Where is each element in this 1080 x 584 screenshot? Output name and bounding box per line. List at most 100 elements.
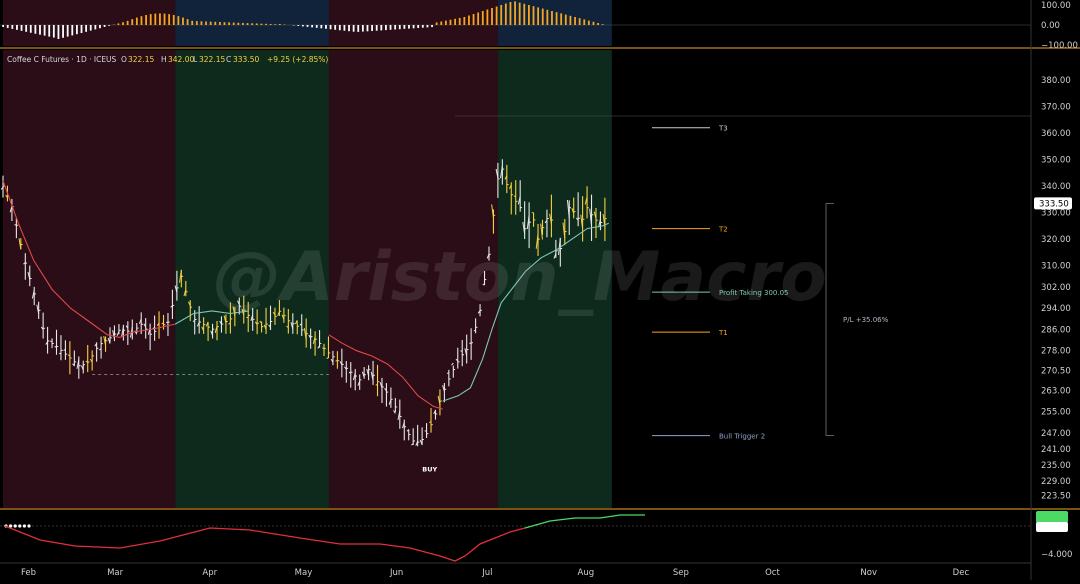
histogram-bar <box>353 25 355 32</box>
histogram-bar <box>85 25 87 32</box>
histogram-bar <box>71 25 73 35</box>
histogram-bar <box>344 25 346 31</box>
histogram-bar <box>459 18 461 25</box>
histogram-bar <box>394 25 396 30</box>
upper-zone-bear-0 <box>3 0 175 46</box>
histogram-bar <box>127 21 129 25</box>
histogram-bar <box>477 13 479 26</box>
histogram-bar <box>99 25 101 28</box>
y-tick-label: 340.00 <box>1041 182 1071 192</box>
close-label: C <box>226 55 231 64</box>
histogram-bar <box>154 14 156 25</box>
y-tick-label: 286.00 <box>1041 325 1071 335</box>
histogram-bar <box>307 25 309 27</box>
histogram-bar <box>560 13 562 25</box>
histogram-bar <box>311 25 313 27</box>
y-tick-label: 330.00 <box>1041 209 1071 219</box>
histogram-bar <box>357 25 359 32</box>
histogram-bar <box>48 25 50 37</box>
low-value: 322.15 <box>199 55 225 64</box>
histogram-bar <box>136 18 138 25</box>
x-tick-label: Mar <box>107 568 124 578</box>
lower-panel: −4.000 <box>0 511 1072 561</box>
open-label: O <box>121 55 127 64</box>
histogram-bar <box>588 21 590 25</box>
histogram-bar <box>440 22 442 26</box>
histogram-bar <box>21 25 23 31</box>
histogram-bar <box>408 25 410 29</box>
histogram-bar <box>556 12 558 25</box>
histogram-bar <box>145 15 147 25</box>
histogram-bar <box>25 25 27 32</box>
histogram-bar <box>431 25 433 27</box>
histogram-bar <box>496 7 498 26</box>
y-tick-label: 235.00 <box>1041 461 1071 471</box>
histogram-bar <box>579 18 581 25</box>
histogram-bar <box>224 22 226 25</box>
histogram-bar <box>297 25 299 26</box>
upper-zone-bull-1 <box>175 0 329 46</box>
histogram-bar <box>454 19 456 25</box>
histogram-bar <box>413 25 415 28</box>
histogram-bar <box>210 22 212 25</box>
level-label: T3 <box>718 125 728 133</box>
histogram-bar <box>251 23 253 25</box>
histogram-bar <box>173 15 175 25</box>
y-tick-label: 350.00 <box>1041 156 1071 166</box>
high-label: H <box>161 55 167 64</box>
histogram-bar <box>2 25 4 27</box>
histogram-bar <box>339 25 341 30</box>
y-tick-label: 310.00 <box>1041 262 1071 272</box>
x-tick-label: May <box>295 568 313 578</box>
lower-value-tag-white <box>1036 522 1068 532</box>
y-tick-label: 302.00 <box>1041 283 1071 293</box>
histogram-bar <box>500 5 502 25</box>
histogram-bar <box>537 7 539 25</box>
histogram-bar <box>320 25 322 28</box>
histogram-bar <box>523 4 525 25</box>
symbol-title: Coffee C Futures · 1D · ICEUS <box>7 55 117 64</box>
histogram-bar <box>362 25 364 32</box>
histogram-bar <box>302 25 304 26</box>
histogram-bar <box>505 4 507 26</box>
upper-y-tick-label: 100.00 <box>1041 1 1071 11</box>
x-tick-label: Feb <box>21 568 36 578</box>
y-tick-label: 270.50 <box>1041 367 1071 377</box>
chart-root: 100.000.00−100.00 @Ariston_Macro T3T2Pro… <box>0 0 1080 580</box>
histogram-bar <box>131 19 133 25</box>
histogram-bar <box>159 13 161 25</box>
histogram-bar <box>44 25 46 36</box>
price-bar-open <box>55 346 57 347</box>
x-tick-label: Apr <box>202 568 217 578</box>
histogram-bar <box>284 24 286 25</box>
histogram-bar <box>486 10 488 26</box>
lower-dot <box>27 524 30 527</box>
histogram-bar <box>371 25 373 31</box>
histogram-bar <box>574 17 576 25</box>
oscillator-red <box>5 526 525 561</box>
histogram-bar <box>39 25 41 35</box>
histogram-bar <box>348 25 350 31</box>
y-tick-label: 320.00 <box>1041 235 1071 245</box>
change-value: +9.25 (+2.85%) <box>267 55 328 64</box>
histogram-bar <box>445 21 447 25</box>
y-tick-label: 278.00 <box>1041 347 1071 357</box>
y-tick-label: 223.50 <box>1041 491 1071 501</box>
close-value: 333.50 <box>233 55 259 64</box>
y-tick-label: 229.00 <box>1041 477 1071 487</box>
histogram-bar <box>602 24 604 25</box>
histogram-bar <box>242 23 244 25</box>
histogram-bar <box>491 8 493 25</box>
histogram-bar <box>150 14 152 25</box>
price-bar-open <box>166 322 168 323</box>
high-value: 342.00 <box>168 55 194 64</box>
histogram-bar <box>108 25 110 26</box>
x-tick-label: Sep <box>673 568 689 578</box>
histogram-bar <box>260 24 262 25</box>
histogram-bar <box>519 3 521 25</box>
histogram-bar <box>196 21 198 25</box>
histogram-bar <box>67 25 69 37</box>
histogram-bar <box>30 25 32 33</box>
y-tick-label: 360.00 <box>1041 129 1071 139</box>
histogram-bar <box>191 21 193 25</box>
